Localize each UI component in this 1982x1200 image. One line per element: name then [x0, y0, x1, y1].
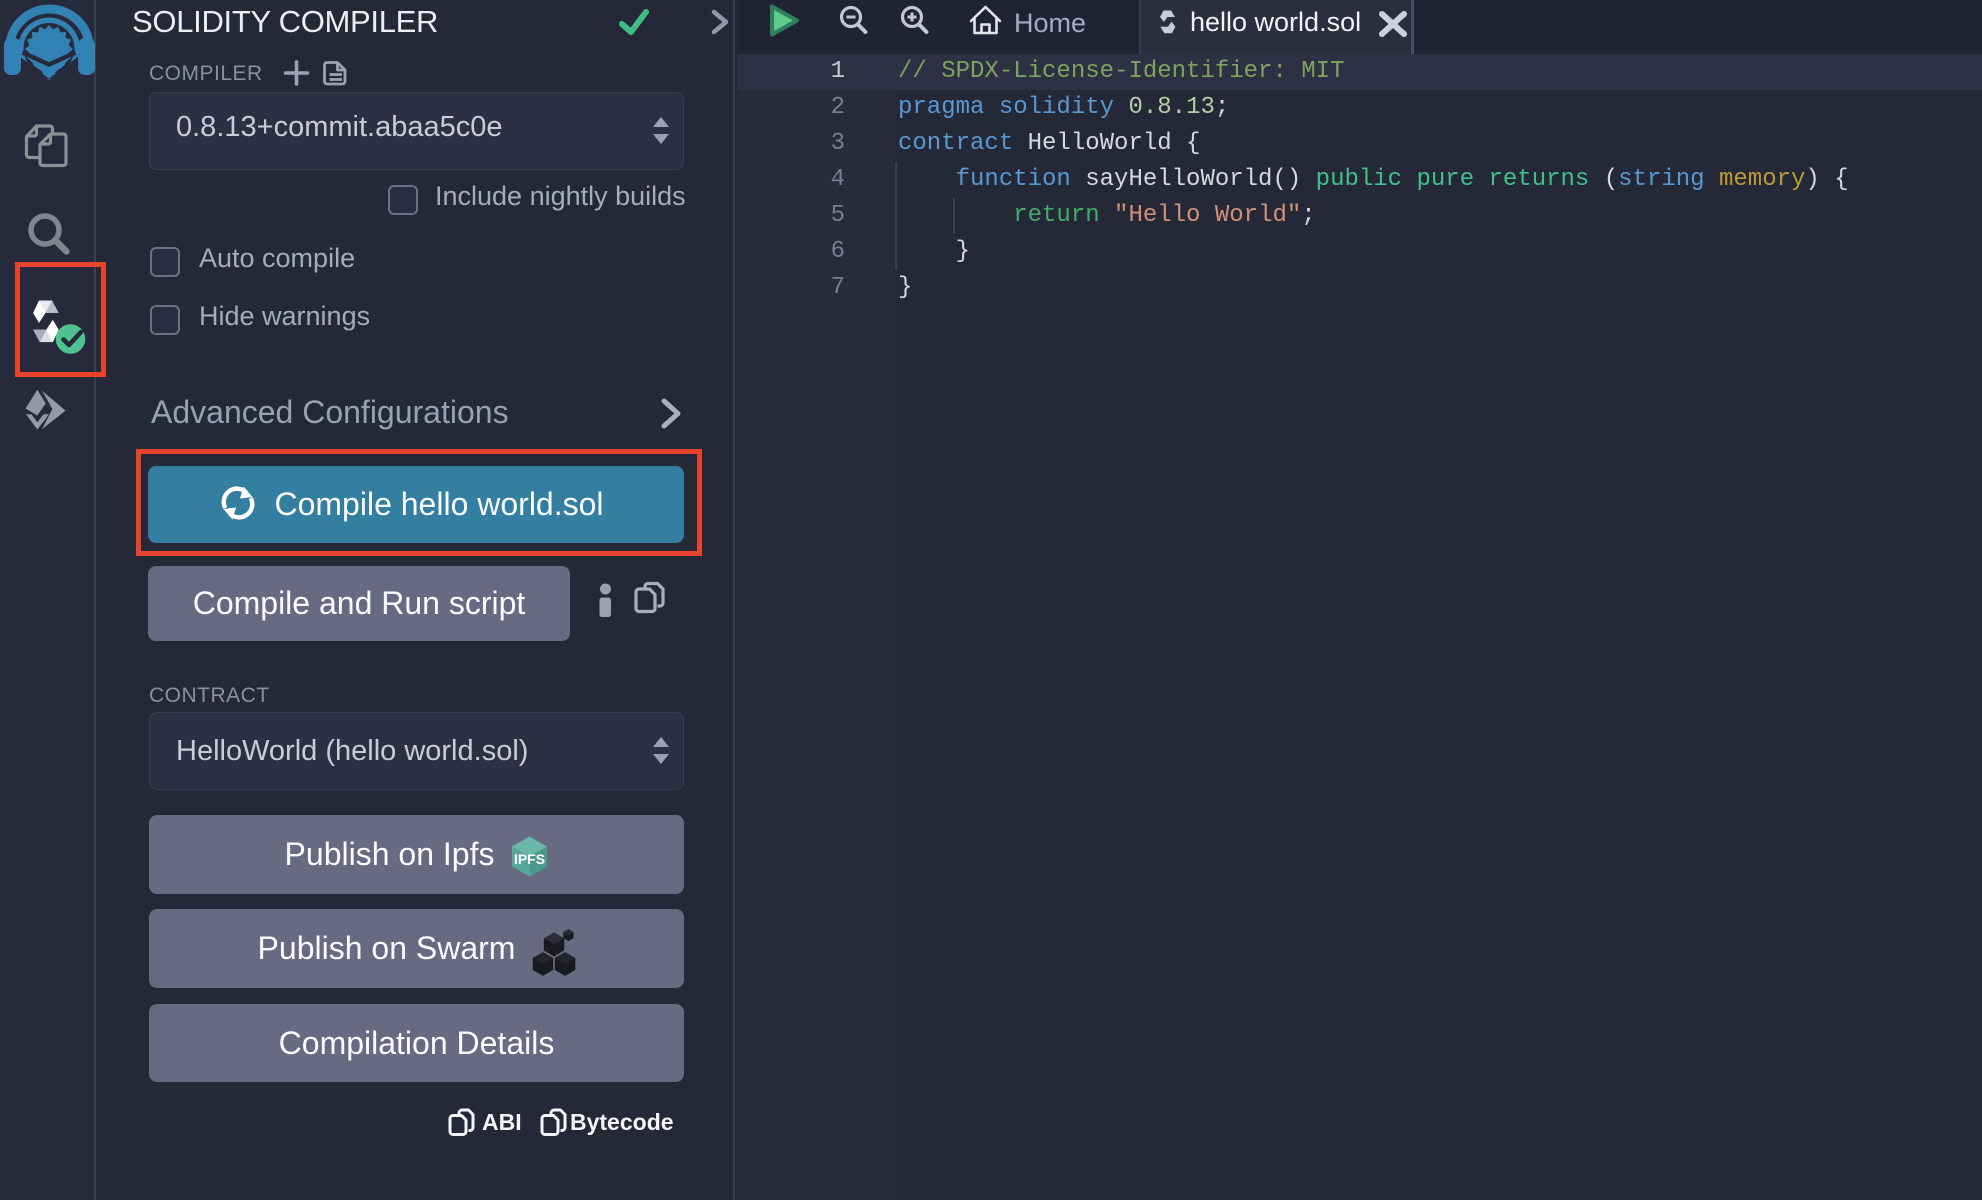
- svg-text:IPFS: IPFS: [514, 851, 545, 867]
